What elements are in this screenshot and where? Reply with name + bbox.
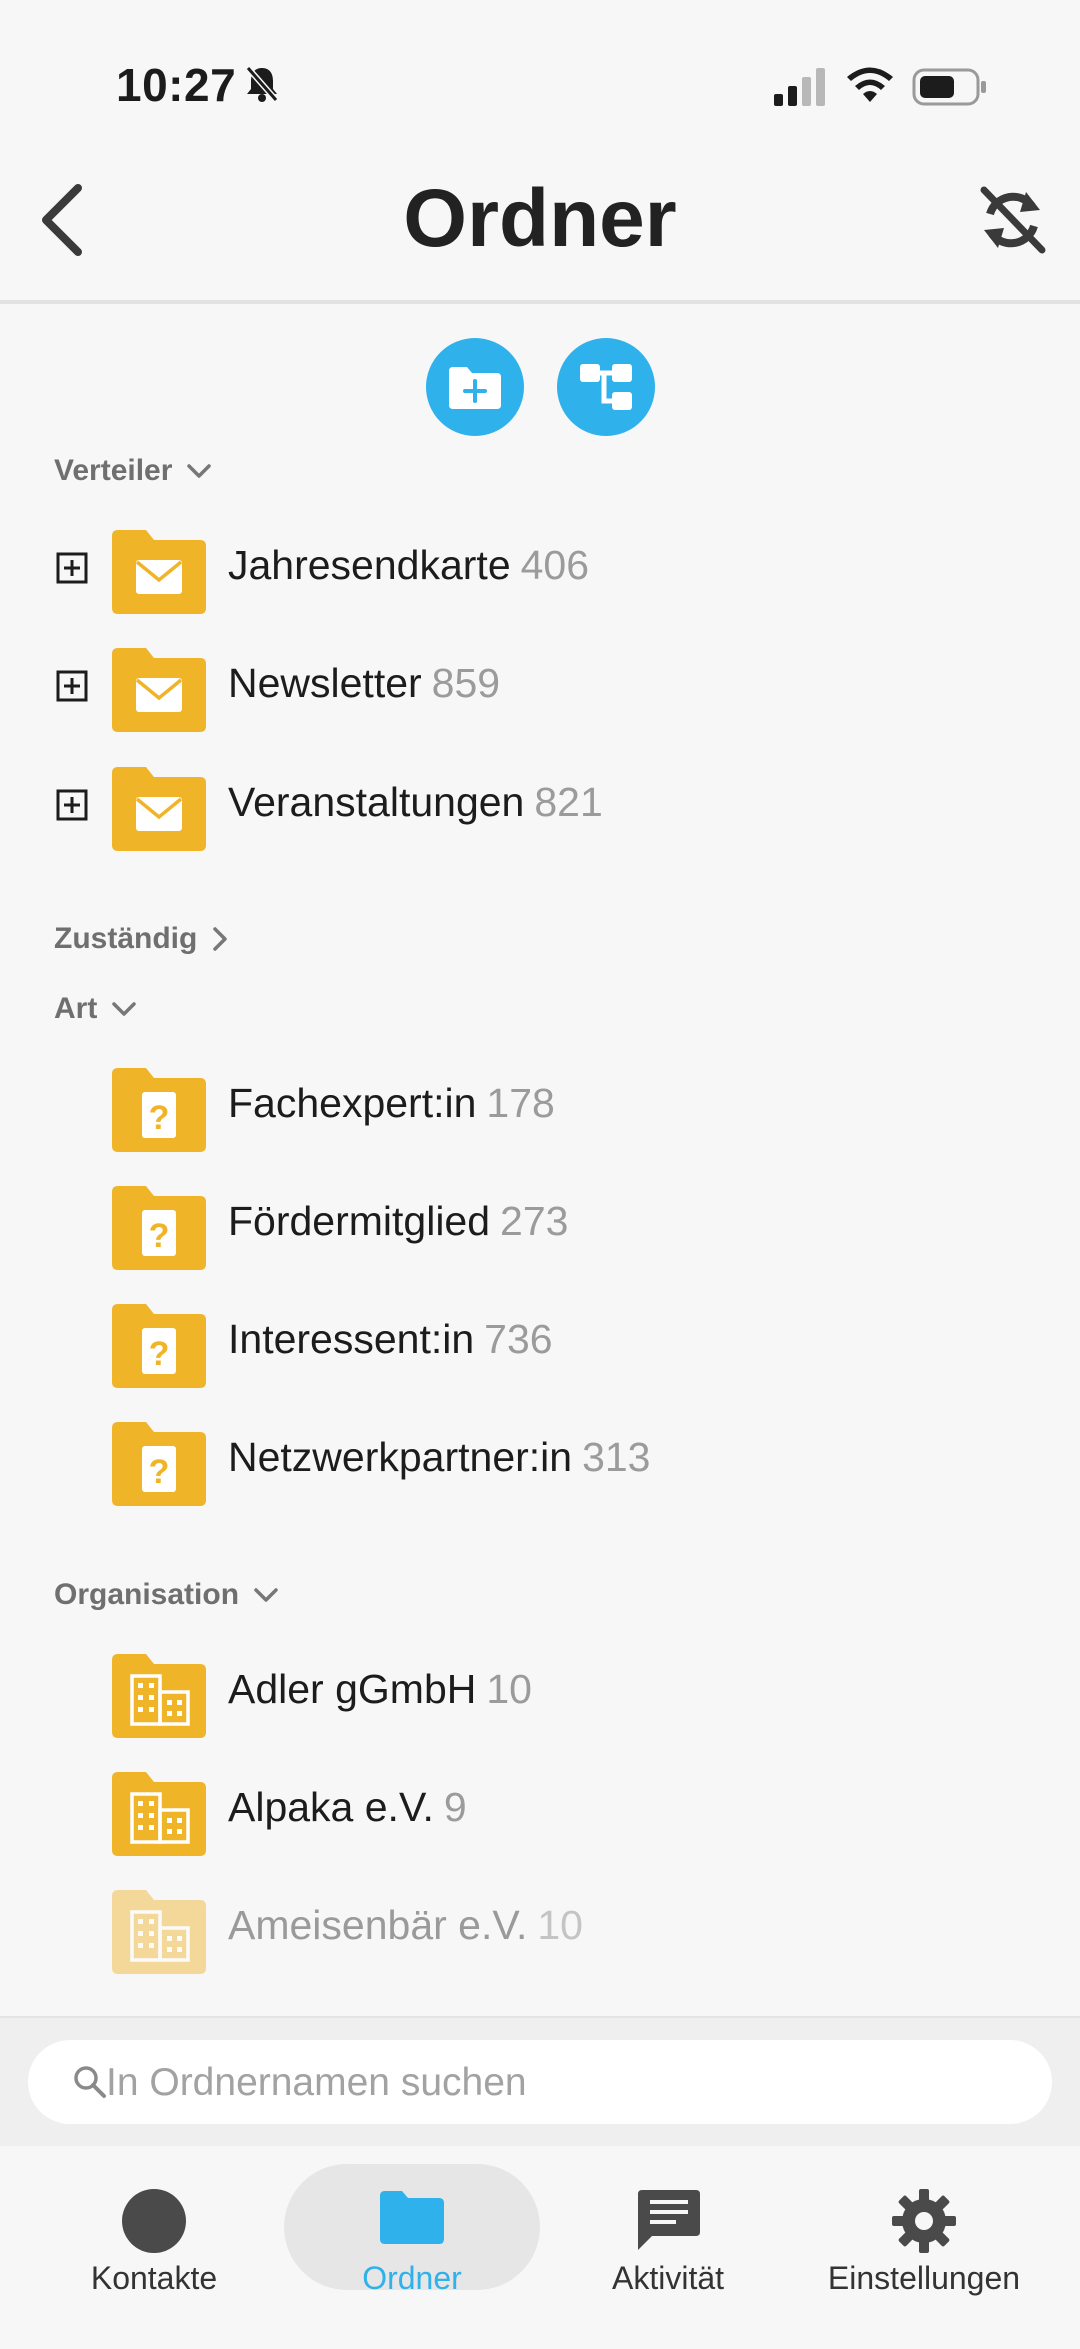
nav-tab-aktivitaet[interactable]: Aktivität <box>540 2166 796 2296</box>
svg-text:?: ? <box>149 1453 170 1491</box>
section-header-art[interactable]: Art <box>54 992 137 1026</box>
nav-tab-ordner[interactable]: Ordner <box>284 2166 540 2296</box>
question-folder-icon: ? <box>112 1186 206 1270</box>
folder-count: 406 <box>520 542 590 588</box>
folder-row-veranstaltungen[interactable]: Veranstaltungen 821 <box>0 755 1080 855</box>
folder-row-jahresendkarte[interactable]: Jahresendkarte 406 <box>0 518 1080 618</box>
folder-label: Ameisenbär e.V. 10 <box>228 1902 583 1948</box>
page-title: Ordner <box>403 173 677 264</box>
section-header-zustaendig[interactable]: Zuständig <box>54 922 229 956</box>
chat-message-icon <box>638 2190 700 2250</box>
cellular-signal-icon <box>774 68 825 106</box>
folder-label: Interessent:in 736 <box>228 1316 553 1362</box>
folder-tree-button[interactable] <box>557 338 655 436</box>
mail-folder-icon <box>112 767 206 851</box>
question-folder-icon: ? <box>112 1068 206 1152</box>
folder-row-newsletter[interactable]: Newsletter 859 <box>0 636 1080 736</box>
section-title: Art <box>54 992 98 1025</box>
folder-label: Veranstaltungen 821 <box>228 779 603 825</box>
folder-row-alpaka[interactable]: Alpaka e.V. 9 <box>0 1760 1080 1860</box>
folder-count: 859 <box>431 660 501 706</box>
search-input[interactable] <box>104 2040 1008 2126</box>
expand-plus-icon[interactable] <box>56 670 88 702</box>
nav-label: Aktivität <box>611 2260 725 2296</box>
search-field-container[interactable] <box>28 2040 1052 2126</box>
folder-label: Adler gGmbH 10 <box>228 1666 532 1712</box>
section-title: Zuständig <box>54 922 198 955</box>
folder-icon <box>380 2191 444 2244</box>
app-header: Ordner <box>0 150 1080 304</box>
nav-label: Einstellungen <box>827 2260 1021 2296</box>
folder-row-ameisenbaer[interactable]: Ameisenbär e.V. 10 <box>0 1878 1080 1978</box>
folder-add-icon <box>449 367 501 409</box>
nav-tab-kontakte[interactable]: Kontakte <box>26 2166 282 2296</box>
folder-count: 10 <box>486 1666 532 1712</box>
tree-structure-icon <box>580 364 632 410</box>
sync-disabled-icon[interactable] <box>976 184 1048 256</box>
expand-plus-icon[interactable] <box>56 552 88 584</box>
nav-tab-einstellungen[interactable]: Einstellungen <box>796 2166 1052 2296</box>
folder-label: Netzwerkpartner:in 313 <box>228 1434 651 1480</box>
folder-count: 273 <box>500 1198 569 1244</box>
folder-count: 736 <box>484 1316 553 1362</box>
bell-muted-icon <box>245 66 279 102</box>
chevron-down-icon <box>254 1588 278 1602</box>
folder-count: 313 <box>582 1434 651 1480</box>
folder-row-netzwerkpartner[interactable]: ? Netzwerkpartner:in 313 <box>0 1410 1080 1510</box>
bottom-navigation: Kontakte Ordner Aktivität Einstellungen <box>0 2146 1080 2349</box>
folder-label: Alpaka e.V. 9 <box>228 1784 467 1830</box>
contacts-avatar-icon <box>122 2189 186 2253</box>
status-bar: 10:27 <box>0 0 1080 150</box>
gear-icon <box>892 2189 956 2253</box>
search-bar <box>0 2016 1080 2148</box>
folder-label: Fachexpert:in 178 <box>228 1080 555 1126</box>
folder-label: Newsletter 859 <box>228 660 501 706</box>
chevron-right-icon <box>213 927 228 951</box>
folder-row-interessent[interactable]: ? Interessent:in 736 <box>0 1292 1080 1392</box>
wifi-icon <box>847 67 893 102</box>
building-folder-icon <box>112 1654 206 1738</box>
section-title: Organisation <box>54 1578 240 1611</box>
folder-row-foerdermitglied[interactable]: ? Fördermitglied 273 <box>0 1174 1080 1274</box>
svg-text:?: ? <box>149 1217 170 1255</box>
question-folder-icon: ? <box>112 1422 206 1506</box>
svg-text:?: ? <box>149 1335 170 1373</box>
section-header-verteiler[interactable]: Verteiler <box>54 454 212 488</box>
expand-plus-icon[interactable] <box>56 789 88 821</box>
battery-icon <box>912 68 986 106</box>
section-title: Verteiler <box>54 454 173 487</box>
building-folder-icon <box>112 1772 206 1856</box>
svg-text:?: ? <box>149 1099 170 1137</box>
folder-row-adler[interactable]: Adler gGmbH 10 <box>0 1642 1080 1742</box>
nav-label: Kontakte <box>90 2260 218 2296</box>
folder-count: 178 <box>486 1080 555 1126</box>
nav-label: Ordner <box>362 2260 462 2296</box>
section-header-organisation[interactable]: Organisation <box>54 1578 279 1612</box>
folder-count: 9 <box>443 1784 467 1830</box>
chevron-down-icon <box>187 464 212 478</box>
folder-label: Jahresendkarte 406 <box>228 542 590 588</box>
question-folder-icon: ? <box>112 1304 206 1388</box>
folder-count: 821 <box>534 779 603 825</box>
mail-folder-icon <box>112 530 206 614</box>
building-folder-icon <box>112 1890 206 1974</box>
folder-label: Fördermitglied 273 <box>228 1198 569 1244</box>
new-folder-button[interactable] <box>426 338 524 436</box>
folder-count: 10 <box>537 1902 583 1948</box>
status-time: 10:27 <box>116 59 237 111</box>
folder-row-fachexpert[interactable]: ? Fachexpert:in 178 <box>0 1056 1080 1156</box>
chevron-down-icon <box>112 1002 137 1016</box>
search-icon <box>74 2066 106 2098</box>
mail-folder-icon <box>112 648 206 732</box>
